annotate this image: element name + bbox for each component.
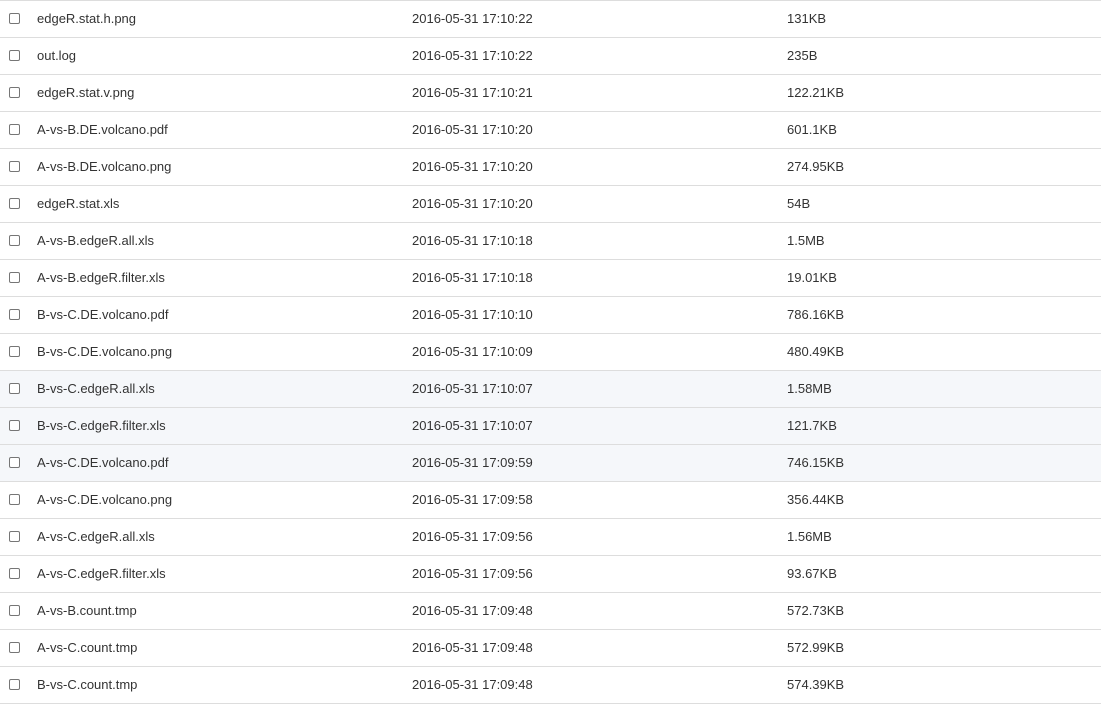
row-select-checkbox[interactable]	[9, 124, 20, 135]
row-select-checkbox[interactable]	[9, 50, 20, 61]
file-size: 746.15KB	[787, 455, 845, 470]
file-size: 54B	[787, 196, 811, 211]
file-modified-time: 2016-05-31 17:10:22	[412, 11, 533, 26]
file-name-link[interactable]: B-vs-C.edgeR.filter.xls	[37, 419, 166, 433]
row-select-checkbox[interactable]	[9, 605, 20, 616]
file-size: 1.5MB	[787, 233, 825, 248]
file-name-link[interactable]: edgeR.stat.xls	[37, 197, 119, 211]
row-select-checkbox[interactable]	[9, 13, 20, 24]
file-row[interactable]: A-vs-B.edgeR.all.xls 2016-05-31 17:10:18 1…	[0, 223, 1101, 260]
file-modified-time: 2016-05-31 17:09:48	[412, 603, 533, 618]
file-name-link[interactable]: edgeR.stat.v.png	[37, 86, 134, 100]
file-size: 121.7KB	[787, 418, 837, 433]
file-modified-time: 2016-05-31 17:09:58	[412, 492, 533, 507]
file-size: 93.67KB	[787, 566, 837, 581]
file-row[interactable]: edgeR.stat.v.png 2016-05-31 17:10:21 122.2…	[0, 75, 1101, 112]
file-modified-time: 2016-05-31 17:09:59	[412, 455, 533, 470]
file-size: 480.49KB	[787, 344, 845, 359]
file-row[interactable]: A-vs-C.count.tmp 2016-05-31 17:09:48 572.9…	[0, 630, 1101, 667]
file-modified-time: 2016-05-31 17:09:48	[412, 677, 533, 692]
file-name-link[interactable]: A-vs-C.edgeR.filter.xls	[37, 567, 166, 581]
row-select-checkbox[interactable]	[9, 235, 20, 246]
file-name-link[interactable]: A-vs-C.DE.volcano.pdf	[37, 456, 169, 470]
file-modified-time: 2016-05-31 17:09:56	[412, 566, 533, 581]
file-row[interactable]: A-vs-B.edgeR.filter.xls 2016-05-31 17:10:…	[0, 260, 1101, 297]
file-row[interactable]: B-vs-C.edgeR.filter.xls 2016-05-31 17:10:…	[0, 408, 1101, 445]
file-size: 572.99KB	[787, 640, 845, 655]
file-size: 601.1KB	[787, 122, 837, 137]
file-name-link[interactable]: A-vs-B.DE.volcano.png	[37, 160, 171, 174]
file-name-link[interactable]: edgeR.stat.h.png	[37, 12, 136, 26]
file-size: 572.73KB	[787, 603, 845, 618]
file-row[interactable]: B-vs-C.count.tmp 2016-05-31 17:09:48 574.3…	[0, 667, 1101, 704]
file-row[interactable]: A-vs-B.count.tmp 2016-05-31 17:09:48 572.7…	[0, 593, 1101, 630]
file-modified-time: 2016-05-31 17:10:18	[412, 233, 533, 248]
row-select-checkbox[interactable]	[9, 272, 20, 283]
file-name-link[interactable]: A-vs-B.edgeR.filter.xls	[37, 271, 165, 285]
file-size: 574.39KB	[787, 677, 845, 692]
row-select-checkbox[interactable]	[9, 420, 20, 431]
row-select-checkbox[interactable]	[9, 457, 20, 468]
file-name-link[interactable]: A-vs-C.edgeR.all.xls	[37, 530, 155, 544]
file-name-link[interactable]: B-vs-C.DE.volcano.pdf	[37, 308, 169, 322]
file-size: 235B	[787, 48, 818, 63]
file-modified-time: 2016-05-31 17:10:10	[412, 307, 533, 322]
file-name-link[interactable]: out.log	[37, 49, 76, 63]
file-size: 122.21KB	[787, 85, 845, 100]
file-modified-time: 2016-05-31 17:10:21	[412, 85, 533, 100]
file-list-table: edgeR.stat.h.png 2016-05-31 17:10:22 131KB…	[0, 0, 1101, 704]
file-name-link[interactable]: A-vs-C.count.tmp	[37, 641, 137, 655]
file-row[interactable]: out.log 2016-05-31 17:10:22 235B	[0, 38, 1101, 75]
file-name-link[interactable]: A-vs-B.count.tmp	[37, 604, 137, 618]
file-modified-time: 2016-05-31 17:10:22	[412, 48, 533, 63]
row-select-checkbox[interactable]	[9, 198, 20, 209]
file-size: 356.44KB	[787, 492, 845, 507]
row-select-checkbox[interactable]	[9, 531, 20, 542]
row-select-checkbox[interactable]	[9, 568, 20, 579]
file-row[interactable]: edgeR.stat.xls 2016-05-31 17:10:20 54B	[0, 186, 1101, 223]
file-row[interactable]: A-vs-C.DE.volcano.png 2016-05-31 17:09:58…	[0, 482, 1101, 519]
file-modified-time: 2016-05-31 17:10:07	[412, 418, 533, 433]
file-name-link[interactable]: A-vs-B.DE.volcano.pdf	[37, 123, 168, 137]
file-row[interactable]: edgeR.stat.h.png 2016-05-31 17:10:22 131KB	[0, 1, 1101, 38]
file-modified-time: 2016-05-31 17:09:48	[412, 640, 533, 655]
file-name-link[interactable]: B-vs-C.edgeR.all.xls	[37, 382, 155, 396]
file-size: 19.01KB	[787, 270, 837, 285]
file-modified-time: 2016-05-31 17:10:20	[412, 122, 533, 137]
file-row[interactable]: A-vs-C.DE.volcano.pdf 2016-05-31 17:09:59…	[0, 445, 1101, 482]
file-size: 274.95KB	[787, 159, 845, 174]
file-row[interactable]: A-vs-B.DE.volcano.pdf 2016-05-31 17:10:20…	[0, 112, 1101, 149]
file-name-link[interactable]: B-vs-C.DE.volcano.png	[37, 345, 172, 359]
file-modified-time: 2016-05-31 17:10:07	[412, 381, 533, 396]
file-name-link[interactable]: A-vs-B.edgeR.all.xls	[37, 234, 154, 248]
file-size: 1.58MB	[787, 381, 832, 396]
file-modified-time: 2016-05-31 17:10:20	[412, 196, 533, 211]
file-row[interactable]: B-vs-C.edgeR.all.xls 2016-05-31 17:10:07 1…	[0, 371, 1101, 408]
file-name-link[interactable]: B-vs-C.count.tmp	[37, 678, 137, 692]
file-size: 131KB	[787, 11, 827, 26]
row-select-checkbox[interactable]	[9, 679, 20, 690]
row-select-checkbox[interactable]	[9, 161, 20, 172]
file-size: 1.56MB	[787, 529, 832, 544]
row-select-checkbox[interactable]	[9, 346, 20, 357]
file-row[interactable]: A-vs-C.edgeR.filter.xls 2016-05-31 17:09:…	[0, 556, 1101, 593]
file-modified-time: 2016-05-31 17:09:56	[412, 529, 533, 544]
row-select-checkbox[interactable]	[9, 383, 20, 394]
file-size: 786.16KB	[787, 307, 845, 322]
row-select-checkbox[interactable]	[9, 87, 20, 98]
file-modified-time: 2016-05-31 17:10:18	[412, 270, 533, 285]
file-name-link[interactable]: A-vs-C.DE.volcano.png	[37, 493, 172, 507]
file-modified-time: 2016-05-31 17:10:20	[412, 159, 533, 174]
row-select-checkbox[interactable]	[9, 494, 20, 505]
file-row[interactable]: A-vs-C.edgeR.all.xls 2016-05-31 17:09:56 1…	[0, 519, 1101, 556]
row-select-checkbox[interactable]	[9, 642, 20, 653]
row-select-checkbox[interactable]	[9, 309, 20, 320]
file-modified-time: 2016-05-31 17:10:09	[412, 344, 533, 359]
file-row[interactable]: A-vs-B.DE.volcano.png 2016-05-31 17:10:20…	[0, 149, 1101, 186]
file-row[interactable]: B-vs-C.DE.volcano.png 2016-05-31 17:10:09…	[0, 334, 1101, 371]
file-row[interactable]: B-vs-C.DE.volcano.pdf 2016-05-31 17:10:10…	[0, 297, 1101, 334]
